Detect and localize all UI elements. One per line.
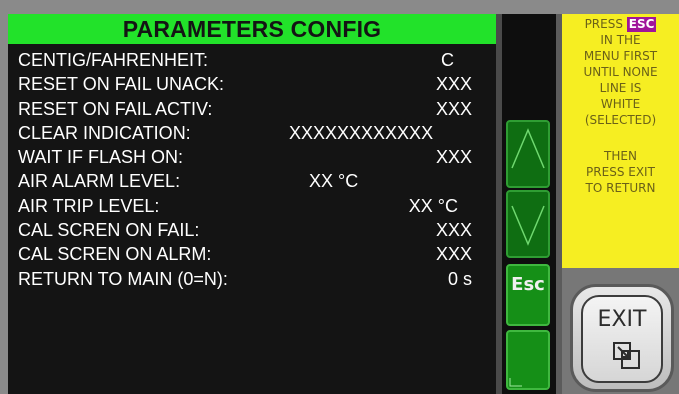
param-label: CAL SCREN ON FAIL:	[18, 220, 200, 241]
param-row-clear-indication[interactable]: CLEAR INDICATION: XXXXXXXXXXXX	[8, 121, 496, 145]
exit-button[interactable]: EXIT	[570, 284, 674, 392]
scroll-up-button[interactable]	[506, 120, 550, 188]
esc-button[interactable]: Esc	[506, 264, 550, 326]
param-label: RESET ON FAIL ACTIV:	[18, 98, 213, 119]
param-label: RESET ON FAIL UNACK:	[18, 74, 225, 95]
param-row-cal-scren-on-alrm[interactable]: CAL SCREN ON ALRM: XXX	[8, 242, 496, 266]
param-row-cal-scren-on-fail[interactable]: CAL SCREN ON FAIL: XXX	[8, 218, 496, 242]
help-line: WHITE	[600, 97, 641, 111]
param-row-reset-on-fail-activ[interactable]: RESET ON FAIL ACTIV: XXX	[8, 97, 496, 121]
help-line: PRESS EXIT	[586, 165, 655, 179]
param-label: CAL SCREN ON ALRM:	[18, 244, 212, 265]
help-line: LINE IS	[599, 81, 642, 95]
param-value: XXX	[435, 220, 472, 241]
exit-area: EXIT	[562, 268, 679, 394]
param-label: CLEAR INDICATION:	[18, 122, 191, 143]
help-line: TO RETURN	[585, 181, 656, 195]
help-line: PRESS ESC	[562, 16, 679, 32]
help-line: UNTIL NONE	[583, 65, 658, 79]
enter-button[interactable]	[506, 330, 550, 390]
enter-corner-icon	[509, 378, 522, 387]
param-value: C	[441, 50, 454, 70]
param-value: XX °C	[309, 171, 359, 192]
param-label: RETURN TO MAIN (0=N):	[18, 268, 228, 289]
help-line: (SELECTED)	[584, 113, 657, 127]
param-value: XXXXXXXXXXXX	[289, 122, 434, 143]
param-label: AIR ALARM LEVEL:	[18, 171, 181, 192]
page-title: PARAMETERS CONFIG	[8, 14, 496, 44]
param-row-air-alarm-level[interactable]: AIR ALARM LEVEL: XX °C	[8, 169, 496, 193]
param-value: XXX	[435, 74, 472, 95]
esc-button-label: Esc	[511, 274, 545, 295]
chevron-down-icon	[511, 205, 545, 246]
param-row-centig-fahrenheit[interactable]: CENTIG/FAHRENHEIT: C	[8, 48, 496, 72]
parameter-list: CENTIG/FAHRENHEIT: C RESET ON FAIL UNACK…	[8, 48, 496, 291]
param-value: XXX	[435, 98, 472, 119]
scroll-down-button[interactable]	[506, 190, 550, 258]
exit-window-icon	[613, 342, 640, 369]
help-gap	[562, 128, 679, 148]
chevron-up-icon	[511, 128, 545, 169]
param-row-air-trip-level[interactable]: AIR TRIP LEVEL: XX °C	[8, 194, 496, 218]
help-text: PRESS	[584, 17, 623, 31]
param-value: XX °C	[408, 195, 458, 216]
help-line: MENU FIRST	[583, 49, 658, 63]
param-row-reset-on-fail-unack[interactable]: RESET ON FAIL UNACK: XXX	[8, 72, 496, 96]
help-panel: PRESS ESC IN THE MENU FIRST UNTIL NONE L…	[562, 14, 679, 268]
param-row-wait-if-flash-on[interactable]: WAIT IF FLASH ON: XXX	[8, 145, 496, 169]
param-value: XXX	[435, 147, 472, 168]
param-label: AIR TRIP LEVEL:	[18, 195, 160, 216]
exit-button-face: EXIT	[581, 295, 663, 383]
param-label: WAIT IF FLASH ON:	[18, 147, 184, 168]
param-value: 0 s	[447, 268, 472, 289]
param-value: XXX	[435, 244, 472, 265]
param-row-return-to-main[interactable]: RETURN TO MAIN (0=N): 0 s	[8, 267, 496, 291]
help-line: THEN	[604, 149, 637, 163]
help-line: IN THE	[600, 33, 641, 47]
exit-button-label: EXIT	[597, 307, 647, 332]
esc-tag: ESC	[626, 17, 657, 32]
param-label: CENTIG/FAHRENHEIT:	[18, 50, 209, 70]
